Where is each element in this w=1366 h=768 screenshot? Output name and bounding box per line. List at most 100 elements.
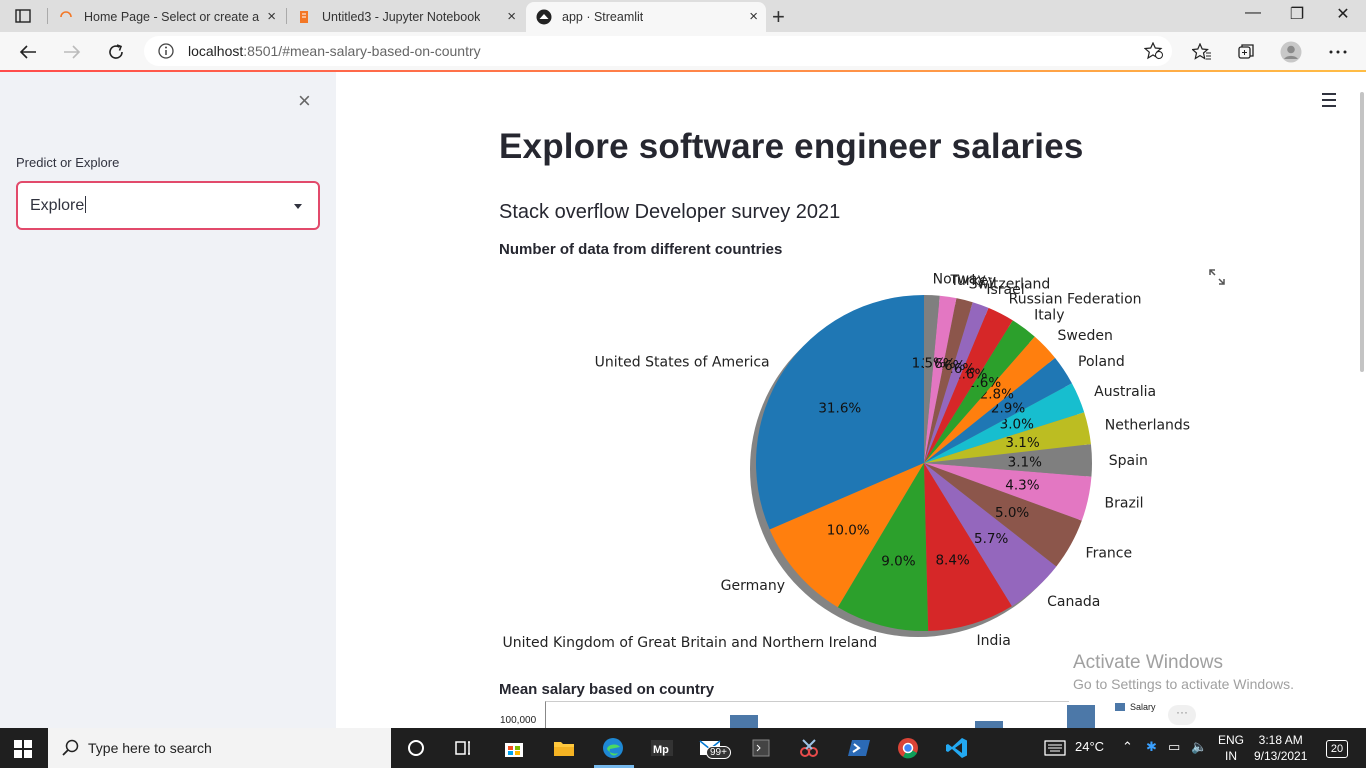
pie-percent-label: 8.4%: [935, 553, 969, 569]
tab-separator: [286, 8, 287, 24]
mp-app-icon[interactable]: Mp: [650, 736, 674, 760]
chart-actions-button[interactable]: ···: [1168, 705, 1196, 725]
favorites-icon: [1192, 43, 1211, 60]
url-path: :8501/#mean-salary-based-on-country: [243, 43, 481, 59]
pie-percent-label: 1.5%: [912, 355, 946, 371]
search-icon: [62, 739, 79, 756]
taskbar-search[interactable]: Type here to search: [48, 728, 391, 768]
jupyter-loading-icon: [60, 11, 72, 18]
pie-country-label: Australia: [1094, 384, 1156, 400]
pie-country-label: Brazil: [1105, 496, 1144, 512]
legend-label: Salary: [1130, 702, 1156, 712]
url-text[interactable]: localhost:8501/#mean-salary-based-on-cou…: [188, 43, 481, 59]
pie-percent-label: 4.3%: [1005, 478, 1039, 494]
pie-percent-label: 10.0%: [827, 522, 870, 538]
bar: [1067, 705, 1095, 728]
add-favorite-icon[interactable]: [1144, 42, 1164, 60]
text-cursor: [85, 196, 87, 213]
tab-actions-icon[interactable]: [10, 6, 36, 26]
keyboard-icon[interactable]: [1044, 739, 1066, 757]
url-host: localhost: [188, 43, 244, 59]
pie-country-label: Russian Federation: [1009, 292, 1142, 308]
pie-country-label: Sweden: [1058, 328, 1113, 344]
predict-explore-select[interactable]: Explore: [16, 181, 320, 230]
settings-more-button[interactable]: [1326, 40, 1350, 64]
pie-percent-label: 3.1%: [1008, 454, 1042, 470]
network-icon[interactable]: ▭: [1168, 739, 1180, 755]
close-icon[interactable]: ×: [267, 8, 276, 25]
refresh-button[interactable]: [104, 40, 128, 64]
minimize-button[interactable]: —: [1238, 4, 1268, 22]
pie-percent-label: 3.1%: [1005, 435, 1039, 451]
powershell-icon[interactable]: [847, 736, 871, 760]
chevron-up-icon[interactable]: ⌃: [1122, 739, 1133, 755]
pie-country-label: United Kingdom of Great Britain and Nort…: [503, 635, 878, 651]
chrome-icon[interactable]: [896, 736, 920, 760]
close-sidebar-icon[interactable]: ×: [298, 88, 311, 114]
sidebar: × Predict or Explore Explore: [0, 72, 336, 728]
y-tick-label: 100,000: [500, 715, 537, 726]
back-button[interactable]: [16, 40, 40, 64]
favorites-button[interactable]: [1190, 40, 1214, 64]
close-icon[interactable]: ×: [749, 8, 758, 25]
pie-country-label: Netherlands: [1105, 418, 1190, 434]
bar-plot-frame: [545, 701, 1095, 728]
snipping-tool-icon[interactable]: [797, 736, 821, 760]
system-clock[interactable]: 3:18 AM 9/13/2021: [1254, 732, 1307, 764]
language-indicator[interactable]: ENG IN: [1218, 732, 1244, 764]
new-tab-button[interactable]: +: [772, 4, 785, 30]
windows-start-icon[interactable]: [14, 740, 32, 758]
forward-arrow-icon: [64, 45, 81, 59]
profile-button[interactable]: [1279, 40, 1303, 64]
close-window-button[interactable]: ✕: [1328, 4, 1358, 24]
terminal-app-icon[interactable]: [749, 736, 773, 760]
bar: [975, 721, 1003, 728]
close-icon[interactable]: ×: [507, 8, 516, 25]
maximize-button[interactable]: ❐: [1282, 4, 1312, 24]
tab-separator: [47, 8, 48, 24]
back-arrow-icon: [19, 45, 36, 59]
refresh-icon: [109, 44, 123, 59]
tab-streamlit-app[interactable]: app · Streamlit ×: [526, 2, 766, 32]
notification-center-badge[interactable]: 20: [1326, 740, 1348, 758]
address-toolbar: localhost:8501/#mean-salary-based-on-cou…: [0, 32, 1366, 71]
forward-button[interactable]: [60, 40, 84, 64]
svg-text:Mp: Mp: [653, 744, 669, 756]
windows-taskbar: Type here to search Mp 99+ 24°C ⌃ ✱ ▭ 🔈 …: [0, 728, 1366, 768]
pie-country-label: India: [976, 633, 1010, 649]
ellipsis-icon: [1329, 50, 1347, 54]
pie-percent-label: 31.6%: [818, 401, 861, 417]
weather-temperature[interactable]: 24°C: [1075, 739, 1104, 754]
jupyter-notebook-icon: [300, 11, 308, 23]
collections-icon: [1238, 44, 1254, 59]
pie-percent-label: 5.7%: [974, 531, 1008, 547]
salary-bar-chart: 100,000 Salary ···: [500, 700, 1270, 728]
bluetooth-icon[interactable]: ✱: [1146, 739, 1157, 755]
pie-country-label: Spain: [1109, 453, 1148, 469]
volume-icon[interactable]: 🔈: [1191, 739, 1207, 755]
tab-jupyter-notebook[interactable]: Untitled3 - Jupyter Notebook ×: [296, 2, 524, 32]
cortana-icon[interactable]: [404, 736, 428, 760]
pie-country-label: Germany: [721, 578, 785, 594]
pie-country-label: United States of America: [595, 354, 770, 370]
info-icon[interactable]: [158, 43, 174, 59]
pie-country-label: France: [1086, 546, 1133, 562]
pie-country-label: Italy: [1034, 308, 1064, 324]
store-icon[interactable]: [502, 736, 526, 760]
bar: [730, 715, 758, 728]
tab-title: app · Streamlit: [562, 10, 644, 24]
search-placeholder: Type here to search: [88, 740, 212, 756]
edge-icon[interactable]: [601, 736, 625, 760]
chevron-down-icon[interactable]: [294, 204, 302, 209]
file-explorer-icon[interactable]: [552, 736, 576, 760]
vscode-icon[interactable]: [945, 736, 969, 760]
streamlit-icon: [536, 9, 552, 25]
avatar-icon: [1280, 41, 1302, 63]
collections-button[interactable]: [1234, 40, 1258, 64]
task-view-icon[interactable]: [451, 736, 475, 760]
pie-country-label: Norway: [933, 271, 986, 287]
pie-country-label: Poland: [1078, 354, 1125, 370]
legend-swatch: [1115, 703, 1125, 711]
url-bar[interactable]: localhost:8501/#mean-salary-based-on-cou…: [144, 36, 1172, 66]
tab-jupyter-home[interactable]: Home Page - Select or create a n ×: [58, 2, 284, 32]
